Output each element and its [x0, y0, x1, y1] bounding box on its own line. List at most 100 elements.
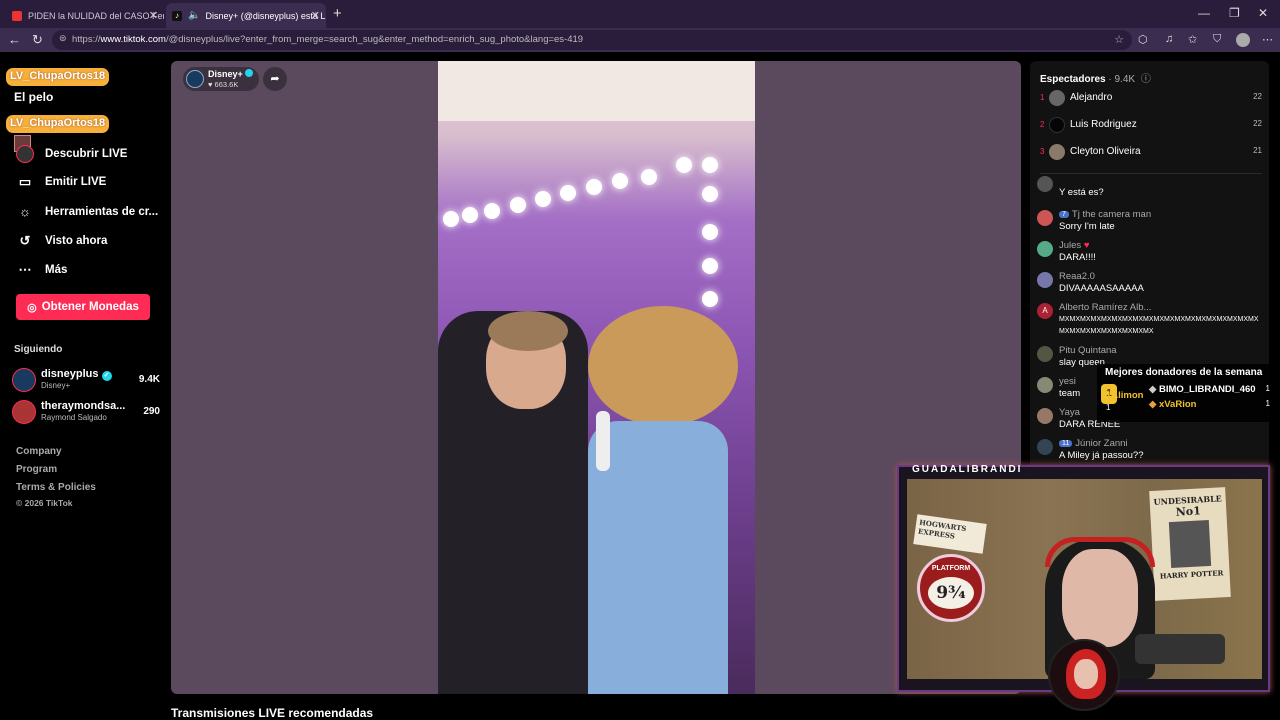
browser-tab-bar: PIDEN la NULIDAD del CASO Fem ✕ ♪ 🔈 Disn…: [0, 0, 1280, 28]
chat-text: DARA!!!!: [1059, 252, 1096, 263]
youtube-icon: [12, 10, 22, 21]
viewer-name: Cleyton Oliveira: [1070, 146, 1141, 157]
shield-icon[interactable]: ⛉: [1213, 33, 1221, 46]
sidebar-item-descubrir-live[interactable]: Descubrir LIVE: [16, 145, 127, 163]
sign-hogwarts: HOGWARTS EXPRESS: [913, 514, 987, 554]
sidebar-item-mas[interactable]: ⋯ Más: [16, 262, 68, 278]
sidebar-item-label: Emitir LIVE: [45, 176, 107, 188]
viewer-score: 21: [1253, 146, 1262, 155]
top-viewer[interactable]: 1 Alejandro 22: [1040, 90, 1262, 108]
live-player[interactable]: Disney+ ♥ 663.6K ➦: [171, 61, 1021, 694]
viewers-title: Espectadores: [1040, 74, 1106, 85]
avatar: [1037, 346, 1053, 362]
avatar: [12, 368, 36, 392]
following-item-theraymondsa[interactable]: theraymondsa... Raymond Salgado 290: [12, 400, 162, 426]
sidebar-item-herramientas[interactable]: ☼ Herramientas de cr...: [16, 204, 158, 219]
bookmark-star-icon[interactable]: ☆: [1114, 33, 1124, 46]
tab-label: PIDEN la NULIDAD del CASO Fem: [28, 10, 164, 21]
restore-icon[interactable]: ❐: [1229, 6, 1240, 20]
live-avatar-icon: [16, 145, 34, 163]
chat-text-cont: MXMXMXMXMXMXMXMXMX: [1059, 328, 1154, 335]
gem-icon: ◆: [1149, 399, 1157, 410]
donor-count: 1: [1265, 399, 1270, 408]
chat-name[interactable]: Alberto Ramírez Alb...: [1059, 302, 1151, 313]
info-icon[interactable]: ⓘ: [1141, 74, 1151, 85]
share-button[interactable]: ➦: [263, 67, 287, 91]
recommended-heading: Transmisiones LIVE recomendadas: [171, 706, 374, 720]
avatar: [1037, 210, 1053, 226]
platform-sign: PLATFORM 9¾: [917, 554, 985, 622]
coin-icon: ◎: [27, 301, 37, 314]
following-name: disneyplus ✓: [41, 368, 112, 381]
url-prefix: https://: [72, 34, 101, 45]
interviewer-hair: [488, 311, 568, 351]
avatar: [12, 400, 36, 424]
microphone: [596, 411, 610, 471]
streamer-logo: [1048, 639, 1120, 711]
vanity-bulb: [462, 207, 478, 223]
vanity-bulb: [676, 157, 692, 173]
back-icon[interactable]: ←: [8, 32, 21, 47]
close-icon[interactable]: ✕: [311, 9, 320, 22]
minimize-icon[interactable]: —: [1198, 6, 1210, 20]
chat-name[interactable]: Jules ♥: [1059, 240, 1089, 251]
sidebar-item-emitir-live[interactable]: ▭ Emitir LIVE: [16, 174, 107, 190]
chat-name[interactable]: yesi: [1059, 376, 1076, 387]
obtener-monedas-button[interactable]: ◎ Obtener Monedas: [16, 294, 150, 320]
new-tab-icon[interactable]: +: [333, 5, 342, 22]
media-control-icon[interactable]: ♫: [1165, 33, 1173, 45]
avatar: [1037, 176, 1053, 192]
favorites-icon[interactable]: ✩: [1188, 33, 1197, 46]
tiktok-icon: ♪: [172, 10, 182, 21]
top-donors-overlay: Mejores donadores de la semana 1 1Alimon…: [1097, 364, 1280, 422]
following-item-disneyplus[interactable]: disneyplus ✓ Disney+ 9.4K: [12, 368, 162, 394]
chat-name[interactable]: Yaya: [1059, 407, 1080, 418]
live-video[interactable]: [438, 61, 755, 694]
reload-icon[interactable]: ↻: [32, 32, 43, 48]
sidebar-item-label: Herramientas de cr...: [45, 205, 159, 218]
donors-title: Mejores donadores de la semana: [1105, 367, 1263, 378]
top-viewer[interactable]: 3 Cleyton Oliveira 21: [1040, 144, 1262, 162]
vanity-bulb: [702, 224, 718, 240]
top-viewer[interactable]: 2 Luis Rodriguez 22: [1040, 117, 1262, 135]
vanity-bulb: [510, 197, 526, 213]
footer-program[interactable]: Program: [16, 464, 57, 475]
chat-name[interactable]: 11 Júnior Zanni: [1059, 438, 1128, 449]
host-card[interactable]: Disney+ ♥ 663.6K: [183, 67, 259, 91]
streamer-name: GUADALIBRANDI: [912, 464, 1023, 475]
sidebar-item-label: Descubrir LIVE: [45, 148, 128, 160]
avatar: [1037, 272, 1053, 288]
avatar: [1037, 408, 1053, 424]
profile-avatar[interactable]: [1236, 33, 1250, 47]
interviewee-hair: [588, 306, 738, 426]
tab-disneyplus[interactable]: ♪ 🔈 Disney+ (@disneyplus) está L ✕: [166, 3, 326, 28]
speaker-icon[interactable]: 🔈: [188, 10, 200, 21]
overlay-text: El pelo: [14, 90, 54, 104]
avatar: [1049, 144, 1065, 160]
verified-icon: [245, 69, 254, 77]
chat-name[interactable]: 7 Tj the camera man: [1059, 209, 1151, 220]
avatar: [1037, 377, 1053, 393]
close-icon[interactable]: ✕: [149, 9, 158, 22]
chat-name[interactable]: Reaa2.0: [1059, 271, 1095, 282]
chat-name[interactable]: Pitu Quintana: [1059, 345, 1117, 356]
site-info-icon[interactable]: ⊜: [59, 33, 67, 44]
viewer-count: 290: [143, 406, 160, 417]
address-bar-row: ← ↻ ⊜ https://www.tiktok.com/@disneyplus…: [0, 28, 1280, 52]
vanity-bulb: [535, 191, 551, 207]
close-window-icon[interactable]: ✕: [1258, 6, 1268, 20]
viewer-score: 22: [1253, 92, 1262, 101]
footer-company[interactable]: Company: [16, 446, 62, 457]
platform-text: PLATFORM: [931, 565, 971, 572]
tab-piden[interactable]: PIDEN la NULIDAD del CASO Fem ✕: [6, 3, 164, 28]
url-field[interactable]: ⊜ https://www.tiktok.com/@disneyplus/liv…: [52, 30, 1132, 50]
sidebar-item-label: Visto ahora: [45, 235, 108, 247]
sidebar-item-visto-ahora[interactable]: ↺ Visto ahora: [16, 233, 108, 249]
footer-terms[interactable]: Terms & Policies: [16, 482, 96, 493]
following-sub: Disney+: [41, 381, 71, 390]
vanity-bulb: [612, 173, 628, 189]
vanity-bulb: [702, 157, 718, 173]
menu-icon[interactable]: ⋯: [1262, 33, 1273, 46]
extension-icon[interactable]: ⬡: [1138, 33, 1148, 46]
avatar: [1037, 439, 1053, 455]
